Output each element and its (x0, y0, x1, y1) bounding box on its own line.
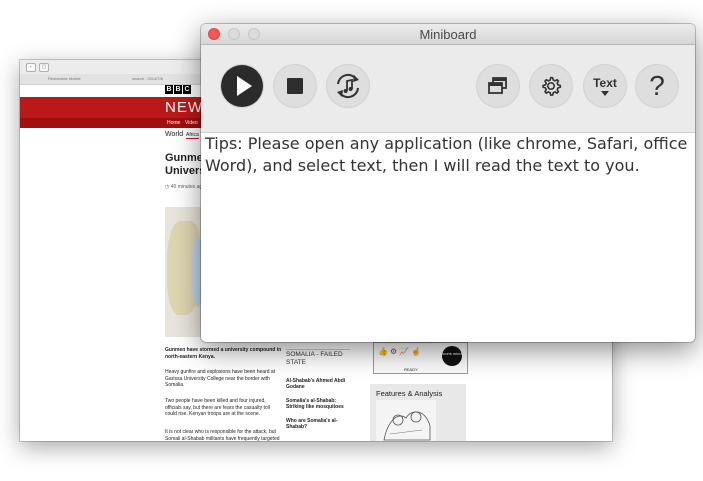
nav-item-video[interactable]: Video (185, 120, 198, 126)
reading-text-area[interactable]: Tips: Please open any application (like … (203, 133, 691, 338)
map-image (165, 207, 205, 337)
logo-letter: B (174, 85, 182, 94)
icons-mind-logo: icons mind (442, 346, 462, 366)
logo-letter: B (165, 85, 173, 94)
play-icon (221, 65, 263, 107)
toolbar: Text ? (201, 45, 695, 133)
timestamp-text: 40 minutes ago (170, 184, 205, 190)
ad-icon-row: 👍⚙📈☝ (378, 347, 424, 356)
back-icon[interactable]: ‹ (26, 63, 36, 72)
section-africa[interactable]: Africa (186, 132, 199, 139)
text-mode-label: Text (593, 75, 617, 90)
ad-ready-text: READY (404, 367, 418, 372)
bbc-logo[interactable]: B B C (165, 85, 191, 94)
nav-item-home[interactable]: Home (167, 120, 180, 126)
article-timestamp: ◷ 40 minutes ago (165, 184, 205, 190)
section-world[interactable]: World (165, 131, 183, 138)
text-mode-button[interactable]: Text (583, 64, 627, 108)
article-paragraph: Heavy gunfire and explosions have been h… (165, 369, 276, 388)
article-paragraph: Gunmen have stormed a university compoun… (165, 347, 282, 360)
text-mode-content: Text (593, 77, 617, 96)
stop-icon (287, 78, 303, 94)
stop-button[interactable] (273, 64, 317, 108)
help-button[interactable]: ? (635, 64, 679, 108)
caret-down-icon (600, 90, 609, 96)
miniboard-window: Miniboard Text ? Tips: Please open any a… (201, 24, 695, 342)
sidebar-link[interactable]: Somalia's al-Shabab: Striking like mosqu… (286, 398, 350, 410)
repeat-music-icon (337, 73, 359, 99)
browser-tab[interactable]: Resizeable Mobile (48, 76, 81, 81)
repeat-button[interactable] (326, 64, 370, 108)
features-panel: Features & Analysis (370, 384, 466, 441)
clock-icon: ◷ (165, 184, 170, 190)
article-paragraph: It is not clear who is responsible for t… (165, 429, 280, 441)
play-button[interactable] (220, 64, 264, 108)
sidebar-heading: SOMALIA - FAILED STATE (286, 349, 350, 367)
gear-icon (542, 76, 562, 96)
advertisement[interactable]: 👍⚙📈☝ icons mind READY (373, 342, 468, 374)
browser-tab[interactable]: search : 2014/7/6 (132, 76, 163, 81)
logo-letter: C (183, 85, 191, 94)
sidebar-link[interactable]: Al-Shabab's Ahmed Abdi Godane (286, 378, 350, 390)
windows-icon (488, 77, 507, 94)
sidebar-link[interactable]: Who are Somalia's al-Shabab? (286, 418, 350, 430)
section-nav: World Africa (165, 131, 199, 139)
title-bar[interactable]: Miniboard (201, 24, 695, 45)
question-mark-icon: ? (649, 70, 665, 101)
windows-button[interactable] (476, 64, 520, 108)
sidebar-icon[interactable]: ▢ (39, 63, 49, 72)
features-illustration[interactable] (376, 400, 436, 441)
article-paragraph: Two people have been killed and four inj… (165, 398, 270, 417)
settings-button[interactable] (529, 64, 573, 108)
window-title: Miniboard (419, 27, 477, 42)
features-title: Features & Analysis (376, 389, 443, 398)
